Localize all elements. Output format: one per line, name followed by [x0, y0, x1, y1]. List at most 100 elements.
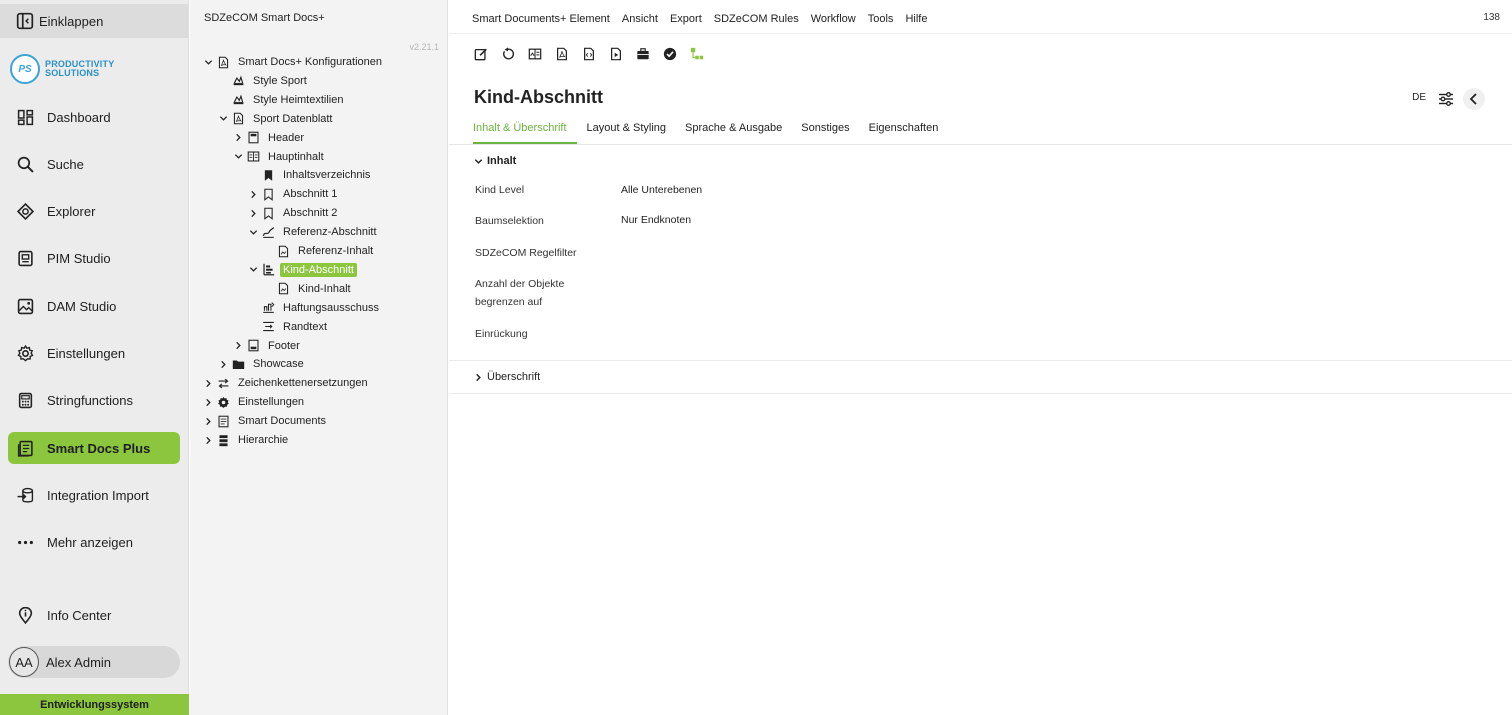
- menu-hilfe[interactable]: Hilfe: [905, 13, 927, 25]
- tree-node-smart-docs-konfigurationen[interactable]: Smart Docs+ Konfigurationen: [202, 53, 385, 71]
- section-icon: [261, 206, 275, 220]
- tree-node-inhaltsverzeichnis[interactable]: Inhaltsverzeichnis: [247, 166, 373, 184]
- tree-node-style-sport[interactable]: Style Sport: [217, 72, 310, 90]
- tree-node-abschnitt-1[interactable]: Abschnitt 1: [247, 185, 340, 203]
- tree-node-referenz-inhalt[interactable]: Referenz-Inhalt: [262, 242, 376, 260]
- nav-item-stringfunctions[interactable]: Stringfunctions: [8, 384, 180, 416]
- tree-toggle[interactable]: [202, 396, 214, 408]
- hierarchy-green-icon: [690, 47, 704, 60]
- field-label-baumselektion: Baumselektion: [475, 215, 544, 227]
- tab-sprache-ausgabe[interactable]: Sprache & Ausgabe: [685, 122, 782, 144]
- collapse-panel-button[interactable]: [1463, 88, 1485, 110]
- code-button[interactable]: [581, 46, 597, 62]
- run-button[interactable]: [608, 46, 624, 62]
- nav-label: Smart Docs Plus: [47, 440, 151, 456]
- explorer-icon: [16, 202, 34, 220]
- section-ueberschrift-header[interactable]: Überschrift: [474, 371, 540, 383]
- image-icon: [16, 297, 34, 315]
- tree-node-einstellungen[interactable]: Einstellungen: [202, 393, 307, 411]
- tree-node-style-heimtextilien[interactable]: Style Heimtextilien: [217, 91, 346, 109]
- menu-ansicht[interactable]: Ansicht: [622, 13, 658, 25]
- tree-toggle[interactable]: [232, 132, 244, 144]
- user-menu[interactable]: AA Alex Admin: [8, 646, 180, 678]
- menu-workflow[interactable]: Workflow: [811, 13, 856, 25]
- tree-node-label: Randtext: [283, 320, 328, 333]
- nav-item-pim-studio[interactable]: PIM Studio: [8, 242, 180, 274]
- nav-item-suche[interactable]: Suche: [8, 148, 180, 180]
- nav-item-info-center[interactable]: Info Center: [8, 599, 180, 631]
- menu-sdzecom-rules[interactable]: SDZeCOM Rules: [714, 13, 799, 25]
- chevron-down-icon: [249, 229, 257, 235]
- menu-tools[interactable]: Tools: [868, 13, 894, 25]
- tree-toggle[interactable]: [232, 340, 244, 352]
- nav-item-einstellungen[interactable]: Einstellungen: [8, 337, 180, 369]
- menu-smart-documents-element[interactable]: Smart Documents+ Element: [472, 13, 610, 25]
- tree-node-abschnitt-2[interactable]: Abschnitt 2: [247, 204, 340, 222]
- language-selector[interactable]: DE: [1412, 92, 1426, 103]
- tree-node-footer[interactable]: Footer: [232, 337, 303, 355]
- briefcase-icon: [637, 48, 649, 60]
- section-inhalt-header[interactable]: Inhalt: [474, 155, 516, 167]
- pdf-button[interactable]: [554, 46, 570, 62]
- briefcase-button[interactable]: [635, 46, 651, 62]
- tree-node-zeichenkettenersetzungen[interactable]: Zeichenkettenersetzungen: [202, 374, 371, 392]
- tree-node-kind-inhalt[interactable]: Kind-Inhalt: [262, 280, 354, 298]
- field-value-baumselektion[interactable]: Nur Endknoten: [621, 214, 691, 226]
- tree-toggle[interactable]: [247, 188, 259, 200]
- pdf-icon: [557, 47, 567, 61]
- field-value-kind-level[interactable]: Alle Unterebenen: [621, 184, 702, 196]
- tree-node-label: Style Heimtextilien: [253, 93, 344, 106]
- tree-toggle[interactable]: [202, 56, 214, 68]
- style-icon: [231, 93, 245, 107]
- tree-node-label: Referenz-Inhalt: [298, 245, 374, 257]
- tree-toggle[interactable]: [232, 151, 244, 163]
- nav-label: Stringfunctions: [47, 392, 133, 408]
- structure-button[interactable]: [689, 46, 705, 62]
- tree-toggle[interactable]: [217, 113, 229, 125]
- tree-toggle[interactable]: [202, 434, 214, 446]
- nav-item-mehr-anzeigen[interactable]: Mehr anzeigen: [8, 526, 180, 558]
- nav-item-smart-docs-plus[interactable]: Smart Docs Plus: [8, 432, 180, 464]
- tree-toggle[interactable]: [202, 377, 214, 389]
- tree-node-header[interactable]: Header: [232, 129, 307, 147]
- toolbar: [473, 44, 716, 64]
- nav-item-dam-studio[interactable]: DAM Studio: [8, 290, 180, 322]
- tab-eigenschaften[interactable]: Eigenschaften: [869, 122, 939, 144]
- tab-sonstiges[interactable]: Sonstiges: [801, 122, 849, 144]
- chevron-down-icon: [474, 158, 483, 164]
- chevron-down-icon: [249, 267, 257, 273]
- tree-toggle[interactable]: [247, 264, 259, 276]
- tree-node-label: Smart Docs+ Konfigurationen: [238, 56, 382, 68]
- tree-node-hauptinhalt[interactable]: Hauptinhalt: [232, 148, 327, 166]
- tree-node-smart-documents[interactable]: Smart Documents: [202, 412, 329, 430]
- validate-button[interactable]: [662, 46, 678, 62]
- settings-sliders-button[interactable]: [1435, 88, 1457, 110]
- nav-item-dashboard[interactable]: Dashboard: [8, 101, 180, 133]
- preview-button[interactable]: [527, 46, 543, 62]
- tab-inhalt-ueberschrift[interactable]: Inhalt & Überschrift: [473, 122, 577, 144]
- disclaimer-icon: [261, 301, 275, 315]
- tree-node-hierarchie[interactable]: Hierarchie: [202, 431, 291, 449]
- tree-node-randtext[interactable]: Randtext: [247, 318, 330, 336]
- chevron-right-icon: [205, 398, 211, 406]
- tab-bar: Inhalt & Überschrift Layout & Styling Sp…: [473, 122, 957, 144]
- chevron-right-icon: [250, 190, 256, 198]
- reload-button[interactable]: [500, 46, 516, 62]
- nav-item-explorer[interactable]: Explorer: [8, 195, 180, 227]
- tree-node-kind-abschnitt[interactable]: Kind-Abschnitt: [247, 261, 357, 279]
- tree-toggle[interactable]: [217, 358, 229, 370]
- edit-button[interactable]: [473, 46, 489, 62]
- tree-toggle[interactable]: [247, 207, 259, 219]
- tree-toggle[interactable]: [247, 226, 259, 238]
- menu-export[interactable]: Export: [670, 13, 702, 25]
- tree-node-showcase[interactable]: Showcase: [217, 355, 307, 373]
- collapse-button[interactable]: Einklappen: [0, 4, 189, 38]
- tree-node-sport-datenblatt[interactable]: Sport Datenblatt: [217, 110, 336, 128]
- dashboard-icon: [16, 108, 34, 126]
- tree-toggle[interactable]: [202, 415, 214, 427]
- tree-node-haftungsausschuss[interactable]: Haftungsausschuss: [247, 299, 382, 317]
- tree-node-referenz-abschnitt[interactable]: Referenz-Abschnitt: [247, 223, 380, 241]
- tab-layout-styling[interactable]: Layout & Styling: [587, 122, 667, 144]
- nav-item-integration-import[interactable]: Integration Import: [8, 479, 180, 511]
